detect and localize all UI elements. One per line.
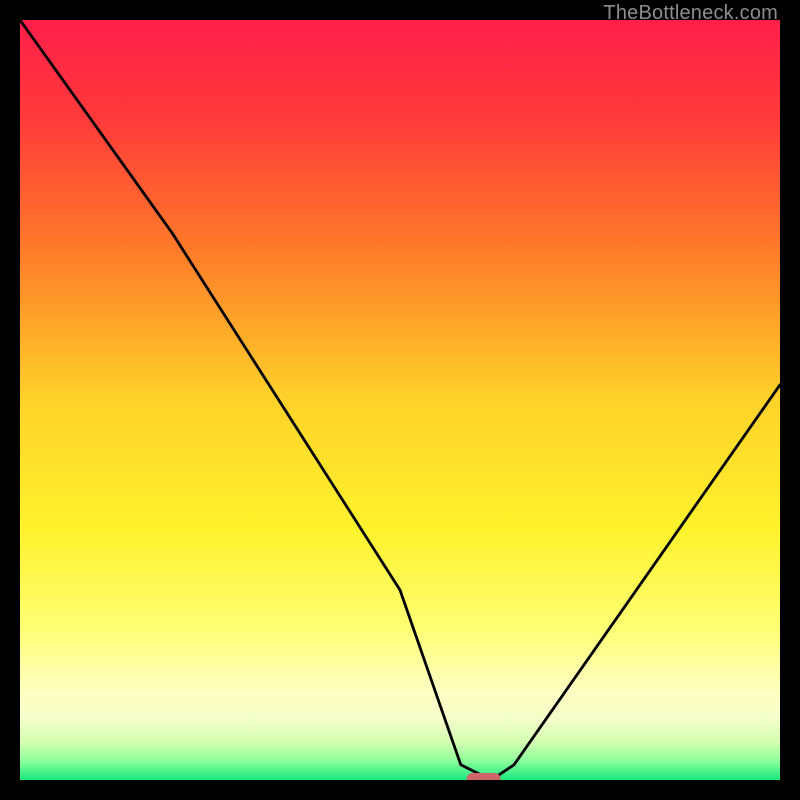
optimum-marker <box>467 773 501 780</box>
bottleneck-chart <box>20 20 780 780</box>
gradient-background <box>20 20 780 780</box>
watermark-text: TheBottleneck.com <box>603 2 778 25</box>
plot-area <box>20 20 780 780</box>
chart-frame: TheBottleneck.com <box>0 0 800 800</box>
